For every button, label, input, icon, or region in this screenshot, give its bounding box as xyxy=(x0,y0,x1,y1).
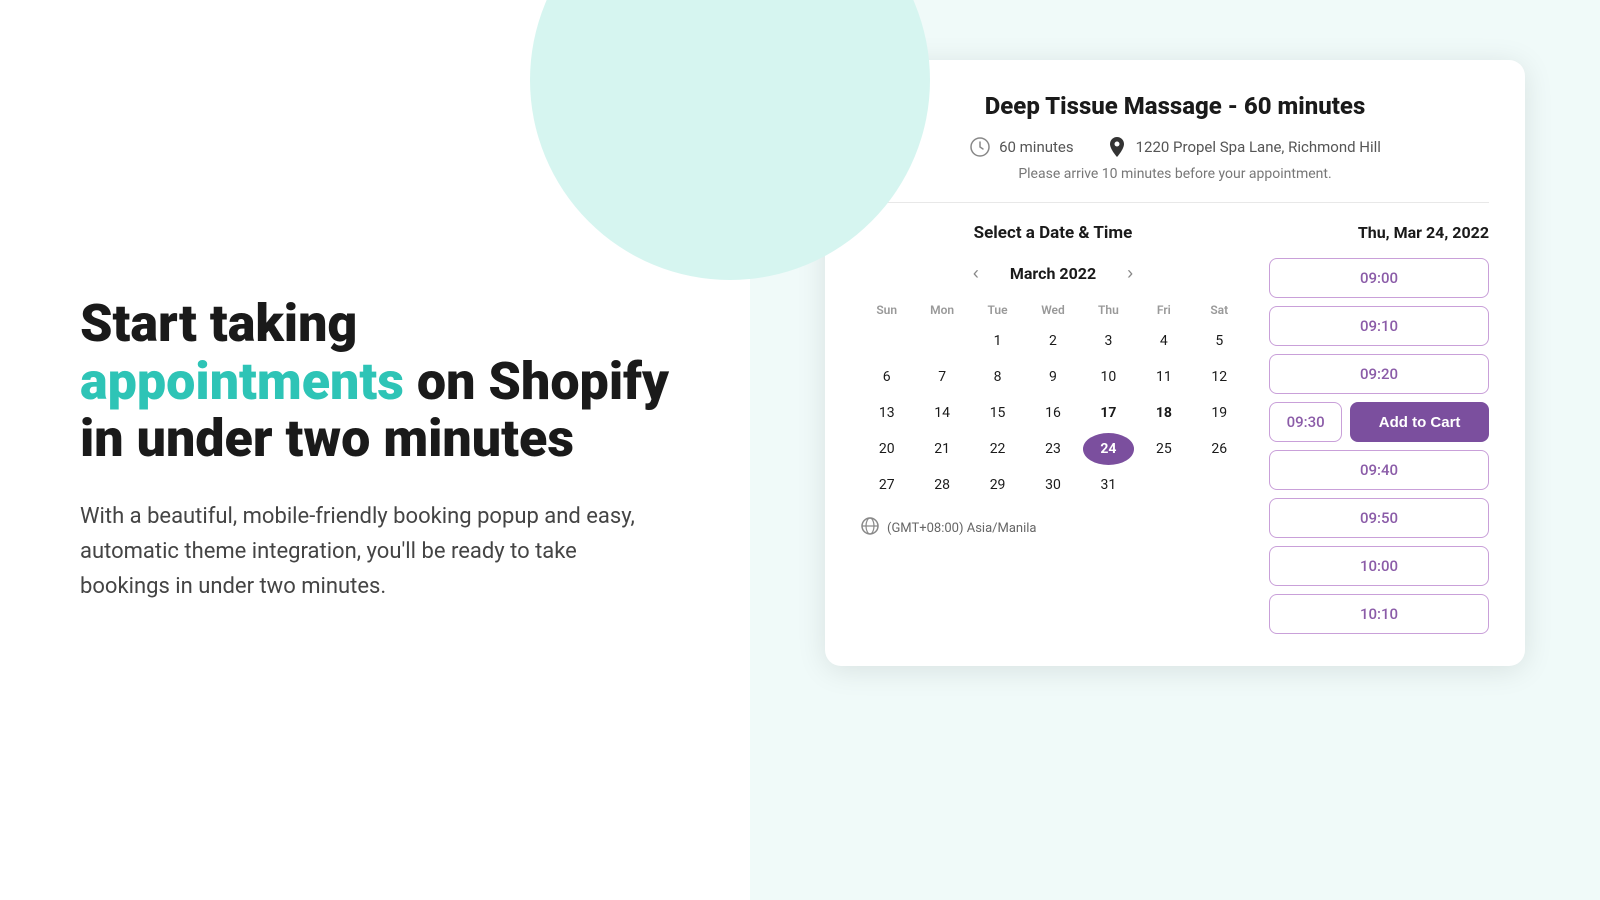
day-header-wed: Wed xyxy=(1027,299,1078,321)
cal-day-21[interactable]: 21 xyxy=(916,433,967,465)
cal-day-20[interactable]: 20 xyxy=(861,433,912,465)
time-slot-0950[interactable]: 09:50 xyxy=(1269,498,1489,538)
cal-day-2[interactable]: 2 xyxy=(1027,325,1078,357)
cal-day-22[interactable]: 22 xyxy=(972,433,1023,465)
cal-day-empty xyxy=(861,325,912,357)
cal-day-empty xyxy=(916,325,967,357)
cal-day-11[interactable]: 11 xyxy=(1138,361,1189,393)
time-slot-0920[interactable]: 09:20 xyxy=(1269,354,1489,394)
day-header-mon: Mon xyxy=(916,299,967,321)
cal-day-19[interactable]: 19 xyxy=(1194,397,1245,429)
day-header-sun: Sun xyxy=(861,299,912,321)
cal-day-24[interactable]: 24 xyxy=(1083,433,1134,465)
time-slot-0930[interactable]: 09:30 xyxy=(1269,402,1342,442)
prev-month-button[interactable]: ‹ xyxy=(962,259,990,287)
time-slot-0940[interactable]: 09:40 xyxy=(1269,450,1489,490)
section-heading: Select a Date & Time xyxy=(861,223,1245,243)
cal-day-empty xyxy=(1138,469,1189,501)
left-panel: Start taking appointments on Shopify in … xyxy=(0,0,750,900)
timezone-row: (GMT+08:00) Asia/Manila xyxy=(861,517,1245,539)
cal-day-13[interactable]: 13 xyxy=(861,397,912,429)
cal-day-27[interactable]: 27 xyxy=(861,469,912,501)
calendar-grid: Sun Mon Tue Wed Thu Fri Sat 1 2 3 4 5 xyxy=(861,299,1245,501)
globe-icon xyxy=(861,517,879,539)
cal-day-empty xyxy=(1194,469,1245,501)
cal-day-17[interactable]: 17 xyxy=(1083,397,1134,429)
cal-day-6[interactable]: 6 xyxy=(861,361,912,393)
day-header-sat: Sat xyxy=(1194,299,1245,321)
cal-day-12[interactable]: 12 xyxy=(1194,361,1245,393)
timezone-text: (GMT+08:00) Asia/Manila xyxy=(887,521,1037,536)
cal-day-25[interactable]: 25 xyxy=(1138,433,1189,465)
add-to-cart-button[interactable]: Add to Cart xyxy=(1350,402,1489,442)
time-slot-0900[interactable]: 09:00 xyxy=(1269,258,1489,298)
booking-layout: Select a Date & Time ‹ March 2022 › Sun … xyxy=(861,223,1489,642)
booking-card: Deep Tissue Massage - 60 minutes 60 minu… xyxy=(825,60,1525,666)
time-slot-row-0930: 09:30 Add to Cart xyxy=(1269,402,1489,442)
arrival-note: Please arrive 10 minutes before your app… xyxy=(861,166,1489,182)
cal-day-3[interactable]: 3 xyxy=(1083,325,1134,357)
cal-day-16[interactable]: 16 xyxy=(1027,397,1078,429)
month-label: March 2022 xyxy=(1010,264,1096,283)
day-header-tue: Tue xyxy=(972,299,1023,321)
headline-start: Start taking xyxy=(80,293,357,354)
cal-day-5[interactable]: 5 xyxy=(1194,325,1245,357)
cal-day-8[interactable]: 8 xyxy=(972,361,1023,393)
left-content: Start taking appointments on Shopify in … xyxy=(80,295,670,604)
cal-day-9[interactable]: 9 xyxy=(1027,361,1078,393)
time-slot-0910[interactable]: 09:10 xyxy=(1269,306,1489,346)
cal-day-31[interactable]: 31 xyxy=(1083,469,1134,501)
cal-day-26[interactable]: 26 xyxy=(1194,433,1245,465)
time-slot-1010[interactable]: 10:10 xyxy=(1269,594,1489,634)
location-icon xyxy=(1106,136,1128,158)
location-text: 1220 Propel Spa Lane, Richmond Hill xyxy=(1136,138,1381,156)
day-header-thu: Thu xyxy=(1083,299,1134,321)
time-slot-1000[interactable]: 10:00 xyxy=(1269,546,1489,586)
next-month-button[interactable]: › xyxy=(1116,259,1144,287)
meta-duration: 60 minutes xyxy=(969,136,1074,158)
cal-day-4[interactable]: 4 xyxy=(1138,325,1189,357)
cal-day-30[interactable]: 30 xyxy=(1027,469,1078,501)
cal-day-14[interactable]: 14 xyxy=(916,397,967,429)
headline-accent: appointments xyxy=(80,351,404,412)
cal-day-23[interactable]: 23 xyxy=(1027,433,1078,465)
cal-day-28[interactable]: 28 xyxy=(916,469,967,501)
card-meta: 60 minutes 1220 Propel Spa Lane, Richmon… xyxy=(861,136,1489,158)
divider xyxy=(861,202,1489,203)
times-section: Thu, Mar 24, 2022 09:00 09:10 09:20 09:3… xyxy=(1269,223,1489,642)
subtext: With a beautiful, mobile-friendly bookin… xyxy=(80,499,670,605)
times-date-label: Thu, Mar 24, 2022 xyxy=(1269,223,1489,242)
cal-day-18[interactable]: 18 xyxy=(1138,397,1189,429)
meta-location: 1220 Propel Spa Lane, Richmond Hill xyxy=(1106,136,1381,158)
card-title: Deep Tissue Massage - 60 minutes xyxy=(861,92,1489,120)
calendar-header: ‹ March 2022 › xyxy=(861,259,1245,287)
duration-text: 60 minutes xyxy=(999,138,1074,156)
cal-day-15[interactable]: 15 xyxy=(972,397,1023,429)
day-header-fri: Fri xyxy=(1138,299,1189,321)
headline: Start taking appointments on Shopify in … xyxy=(80,295,670,467)
cal-day-29[interactable]: 29 xyxy=(972,469,1023,501)
cal-day-7[interactable]: 7 xyxy=(916,361,967,393)
calendar-section: Select a Date & Time ‹ March 2022 › Sun … xyxy=(861,223,1245,642)
cal-day-10[interactable]: 10 xyxy=(1083,361,1134,393)
clock-icon xyxy=(969,136,991,158)
cal-day-1[interactable]: 1 xyxy=(972,325,1023,357)
